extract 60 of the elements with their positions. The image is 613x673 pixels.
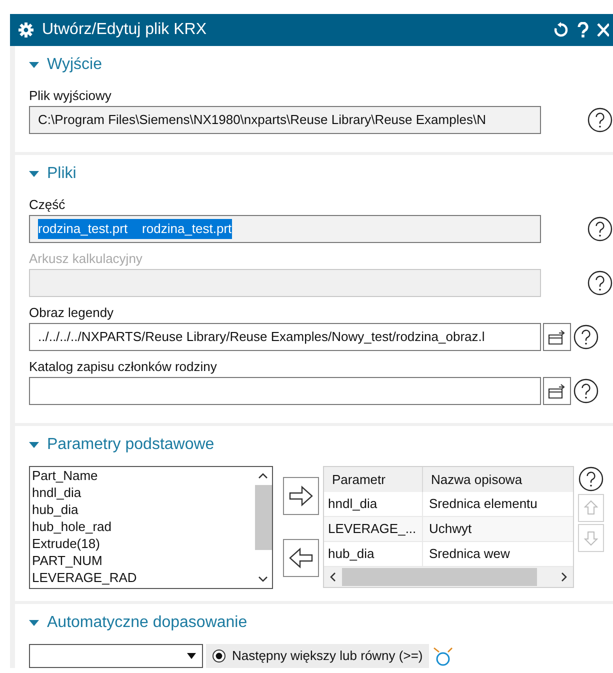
list-item[interactable]: hub_hole_rad [32,518,254,535]
radio-button[interactable]: Następny większy lub równy (>=) [206,644,429,668]
field-label: Katalog zapisu członków rodziny [29,358,218,376]
folder-icon [548,383,566,399]
scroll-thumb[interactable] [254,485,272,550]
field-label: Część [29,196,66,214]
column-header[interactable]: Parametr [324,467,422,492]
list-item[interactable]: LEVERAGE_RAD [32,569,254,586]
table-cell-text: hndl_dia [327,495,378,514]
list-item[interactable]: PART_NUM [32,552,254,569]
help-icon[interactable] [577,22,589,38]
settings-icon[interactable] [18,22,34,38]
field-label: Obraz legendy [29,304,115,322]
caret-icon [29,442,39,448]
section-header[interactable]: Pliki [29,163,613,185]
browse-button[interactable] [543,377,571,405]
column-header[interactable]: Nazwa opisowa [422,467,573,492]
input-field[interactable] [29,377,541,405]
add-button[interactable] [283,477,319,515]
down-arrow-icon [582,529,600,547]
section-header[interactable]: Wyjście [29,54,613,76]
table-cell-text: hub_dia [327,545,376,564]
help-icon[interactable] [573,324,599,350]
dropdown[interactable] [29,644,203,668]
help-icon[interactable] [578,466,604,492]
field-label: Plik wyjściowy [29,87,112,105]
help-icon[interactable] [587,216,613,242]
input-field[interactable]: C:\Program Files\Siemens\NX1980\nxparts\Reuse Library\Reuse Examples\N [29,106,541,134]
list-item[interactable]: hub_dia [32,501,254,518]
folder-icon [548,329,566,345]
help-icon[interactable] [573,378,599,404]
help-icon[interactable] [587,107,613,133]
close-icon[interactable] [597,23,609,37]
list-item[interactable]: Extrude(18) [32,535,254,552]
input-field[interactable]: rodzina_test.prt rodzina_test.prt [29,215,541,243]
table-cell: Srednica wew [422,542,573,566]
caret-icon [29,620,39,626]
section-header[interactable]: Parametry podstawowe [29,434,613,456]
table-cell-text: LEVERAGE_... [327,520,418,538]
table-cell: Uchwyt [422,517,573,541]
table-cell: Srednica elementu [422,492,573,516]
horizontal-scrollbar[interactable] [324,567,573,587]
help-icon[interactable] [587,270,613,296]
section-header[interactable]: Automatyczne dopasowanie [29,612,613,634]
scroll-thumb[interactable] [342,568,537,586]
ring-icon [432,646,454,666]
caret-icon [29,170,39,178]
caret-icon [29,62,39,68]
input-field[interactable]: ../../../../NXPARTS/Reuse Library/Reuse Examples/Nowy_test/rodzina_obraz.l [29,323,541,351]
parameter-list[interactable]: Part_Name hndl_dia hub_dia hub_hole_rad Extrude(18) PART_NUM LEVERAGE_RAD [29,466,273,589]
up-arrow-icon [582,499,600,517]
window-title: Utwórz/Edytuj plik KRX [42,20,208,40]
list-item[interactable]: hndl_dia [32,484,254,501]
radio-icon [212,649,226,663]
caret-icon [187,653,196,659]
browse-button[interactable] [543,323,571,351]
field-label: Arkusz kalkulacyjny [29,250,144,268]
reset-icon[interactable] [553,22,569,38]
list-item[interactable]: Part_Name [32,467,254,484]
remove-button[interactable] [283,539,319,577]
